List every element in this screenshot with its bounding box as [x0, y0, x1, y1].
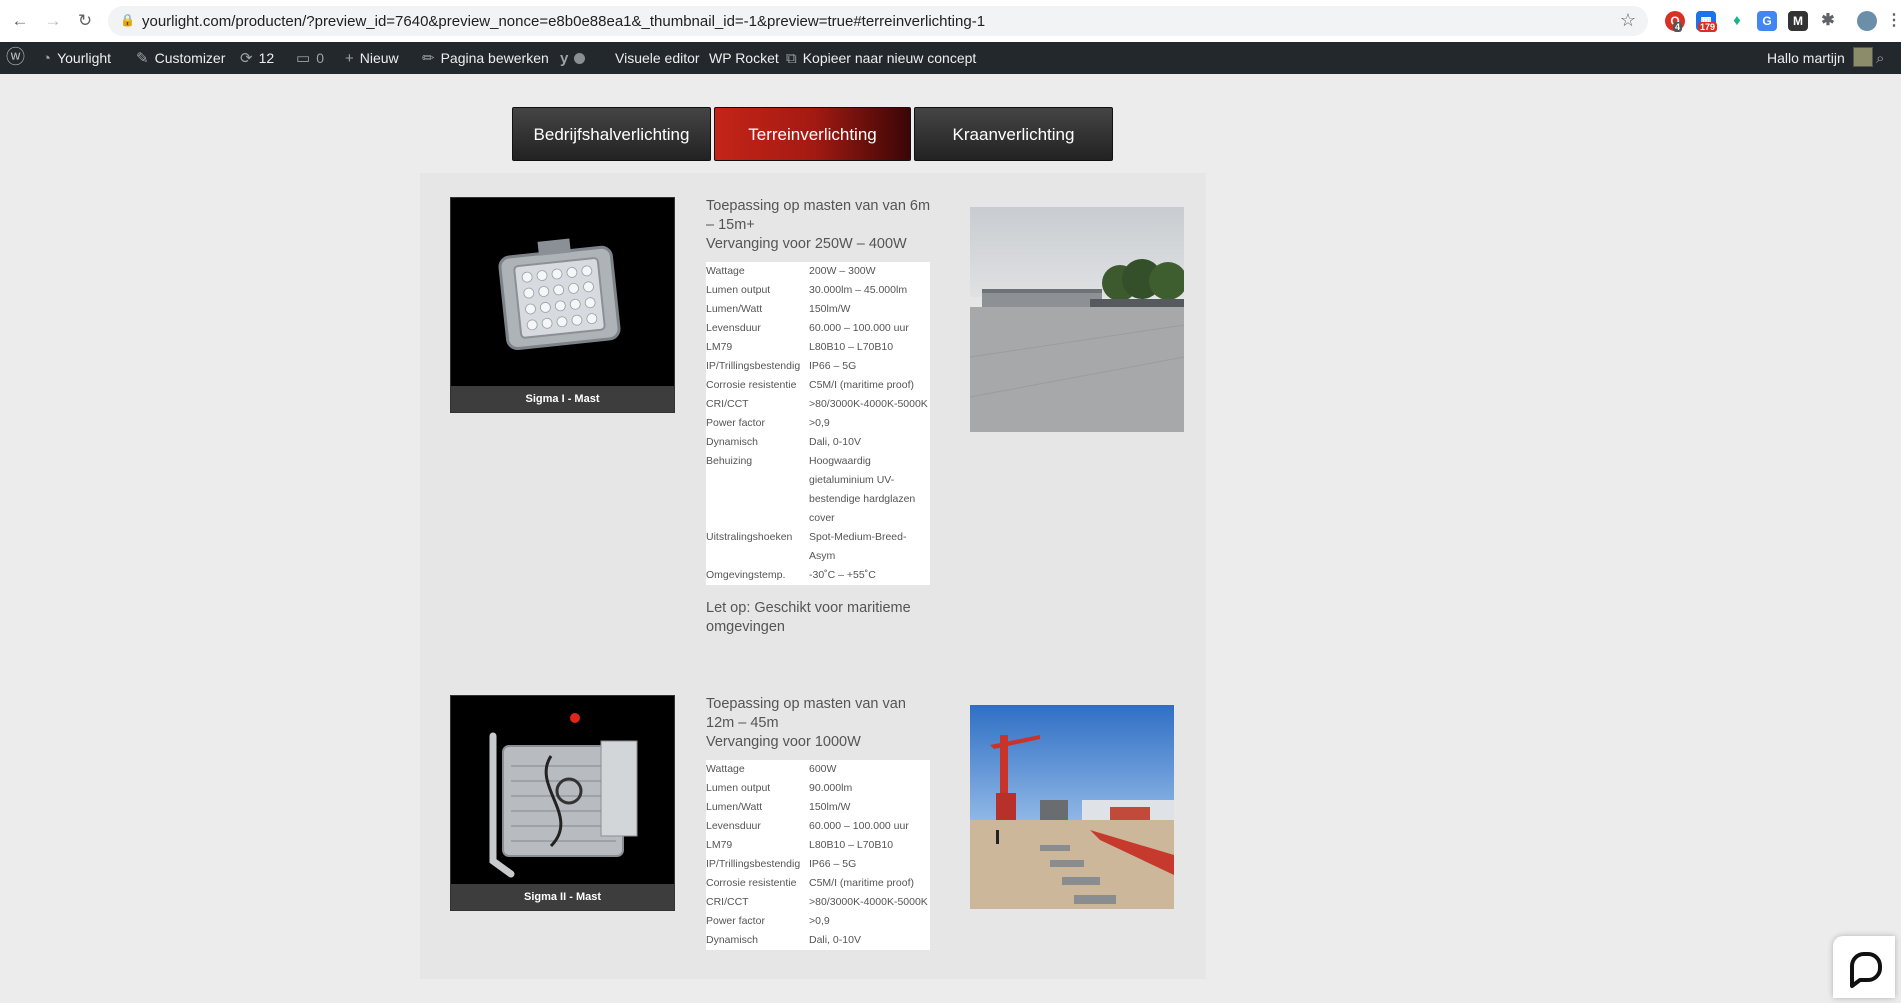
extension-icon-m[interactable]: M	[1788, 11, 1808, 31]
table-row: Wattage 600W	[706, 763, 837, 775]
product-image-sigma-2[interactable]: Sigma II - Mast	[450, 695, 675, 911]
table-row: Corrosie resistentie C5M/I (maritime proo…	[706, 877, 915, 889]
extension-icon-3[interactable]: ♦	[1727, 11, 1747, 31]
table-row: Dynamisch Dali, 0-10V	[706, 436, 861, 448]
copy-icon: ⧉	[786, 50, 797, 67]
extension-icon-1[interactable]: O4	[1665, 11, 1685, 32]
updates-icon: ⟳	[240, 50, 253, 67]
table-row: Behuizing Hoogwaardig gietaluminium UV-be…	[706, 455, 916, 524]
adminbar-wp-rocket[interactable]: WP Rocket	[709, 42, 779, 74]
chat-widget-button[interactable]	[1833, 936, 1895, 998]
floodlight-image	[451, 696, 674, 886]
adminbar-comments[interactable]: ▭ 0	[296, 42, 324, 74]
adminbar-site[interactable]: ◔ Yourlight	[42, 42, 111, 74]
translate-icon[interactable]: G	[1757, 11, 1777, 31]
bookmark-star-icon[interactable]: ☆	[1620, 10, 1636, 31]
site-photo-terrain-1[interactable]	[970, 207, 1184, 432]
product-caption: Sigma I - Mast	[451, 386, 674, 412]
extension-icon-2[interactable]: ▦ 179	[1696, 11, 1718, 32]
comment-icon: ▭	[296, 50, 311, 67]
table-row: IP/Trillingsbestendig IP66 – 5G	[706, 360, 857, 372]
product-info-sigma-2: Toepassing op masten van van 12m – 45m V…	[706, 695, 932, 950]
table-row: Corrosie resistentie C5M/I (maritime proo…	[706, 379, 915, 391]
table-row: Levensduur 60.000 – 100.000 uur	[706, 322, 909, 334]
adminbar-customizer[interactable]: ✎ Customizer	[136, 42, 225, 74]
table-row: Lumen output 90.000lm	[706, 782, 853, 794]
spec-table: Wattage 600W Lumen output 90.000lm Lumen/W…	[706, 760, 930, 950]
table-row: Wattage 200W – 300W	[706, 265, 876, 277]
avatar	[1852, 47, 1873, 67]
product-info-sigma-1: Toepassing op masten van van 6m – 15m+ V…	[706, 197, 932, 637]
profile-avatar[interactable]	[1857, 11, 1877, 31]
adminbar-copy-draft[interactable]: ⧉ Kopieer naar nieuw concept	[786, 42, 976, 74]
wp-admin-bar: ⓦ ◔ Yourlight ✎ Customizer ⟳ 12 ▭ 0 + Nieuw ✏…	[0, 42, 1901, 74]
adminbar-visual-editor[interactable]: Visuele editor	[615, 42, 700, 74]
reload-icon[interactable]: ↻	[75, 11, 95, 31]
wordpress-logo-icon[interactable]: ⓦ	[6, 42, 31, 74]
product-caption: Sigma II - Mast	[451, 884, 674, 910]
floodlight-image	[451, 198, 674, 388]
table-row: IP/Trillingsbestendig IP66 – 5G	[706, 858, 857, 870]
url-text: yourlight.com/producten/?preview_id=7640…	[142, 13, 986, 30]
lock-icon: 🔒	[120, 13, 135, 27]
adminbar-new[interactable]: + Nieuw	[345, 42, 399, 74]
tab-kraanverlichting[interactable]: Kraanverlichting	[914, 107, 1113, 161]
product-subheadline: Vervanging voor 250W – 400W	[706, 236, 907, 252]
table-row: Lumen/Watt 150lm/W	[706, 303, 851, 315]
plus-icon: +	[345, 50, 354, 67]
browser-toolbar: ← → ↻ 🔒 yourlight.com/producten/?preview…	[0, 0, 1901, 43]
table-row: Lumen output 30.000lm – 45.000lm	[706, 284, 908, 296]
product-panel: Sigma I - Mast Toepassing op masten van …	[420, 173, 1206, 979]
spec-table: Wattage 200W – 300W Lumen output 30.000lm …	[706, 262, 930, 585]
seo-status-dot	[574, 53, 586, 64]
yoast-icon: y	[560, 50, 569, 67]
product-subheadline: Vervanging voor 1000W	[706, 734, 861, 750]
address-bar[interactable]: 🔒 yourlight.com/producten/?preview_id=76…	[108, 6, 1648, 36]
product-note: Let op: Geschikt voor maritieme omgeving…	[706, 600, 911, 635]
harbor-photo	[970, 705, 1174, 909]
table-row: LM79 L80B10 – L70B10	[706, 839, 894, 851]
table-row: Uitstralingshoeken Spot-Medium-Breed-Asym	[706, 531, 907, 562]
yard-photo	[970, 207, 1184, 432]
browser-menu-icon[interactable]: ⋮	[1886, 11, 1901, 31]
chat-bubble-icon	[1850, 952, 1882, 988]
forward-arrow-icon[interactable]: →	[43, 11, 63, 31]
table-row: Power factor >0,9	[706, 417, 830, 429]
table-row: CRI/CCT >80/3000K-4000K-5000K	[706, 896, 928, 908]
adminbar-account[interactable]: Hallo martijn	[1767, 42, 1873, 74]
product-headline: Toepassing op masten van van 6m – 15m+	[706, 198, 931, 233]
adminbar-search-icon[interactable]: ⌕	[1876, 42, 1890, 74]
table-row: LM79 L80B10 – L70B10	[706, 341, 894, 353]
table-row: Levensduur 60.000 – 100.000 uur	[706, 820, 909, 832]
tab-terreinverlichting[interactable]: Terreinverlichting	[714, 107, 911, 161]
table-row: Lumen/Watt 150lm/W	[706, 801, 851, 813]
adminbar-yoast[interactable]: y	[560, 42, 586, 74]
tab-bedrijfshalverlichting[interactable]: Bedrijfshalverlichting	[512, 107, 711, 161]
brush-icon: ✎	[136, 50, 149, 67]
dashboard-icon: ◔	[42, 50, 52, 67]
table-row: CRI/CCT >80/3000K-4000K-5000K	[706, 398, 928, 410]
puzzle-icon[interactable]: ✱	[1818, 11, 1838, 31]
adminbar-updates[interactable]: ⟳ 12	[240, 42, 274, 74]
product-image-sigma-1[interactable]: Sigma I - Mast	[450, 197, 675, 413]
back-arrow-icon[interactable]: ←	[10, 11, 30, 31]
adminbar-edit-page[interactable]: ✏ Pagina bewerken	[422, 42, 549, 74]
table-row: Omgevingstemp. -30˚C – +55˚C	[706, 569, 876, 581]
table-row: Dynamisch Dali, 0-10V	[706, 934, 861, 946]
product-headline: Toepassing op masten van van 12m – 45m	[706, 696, 906, 731]
pencil-icon: ✏	[422, 50, 435, 67]
site-photo-terrain-2[interactable]	[970, 705, 1174, 909]
table-row: Power factor >0,9	[706, 915, 830, 927]
